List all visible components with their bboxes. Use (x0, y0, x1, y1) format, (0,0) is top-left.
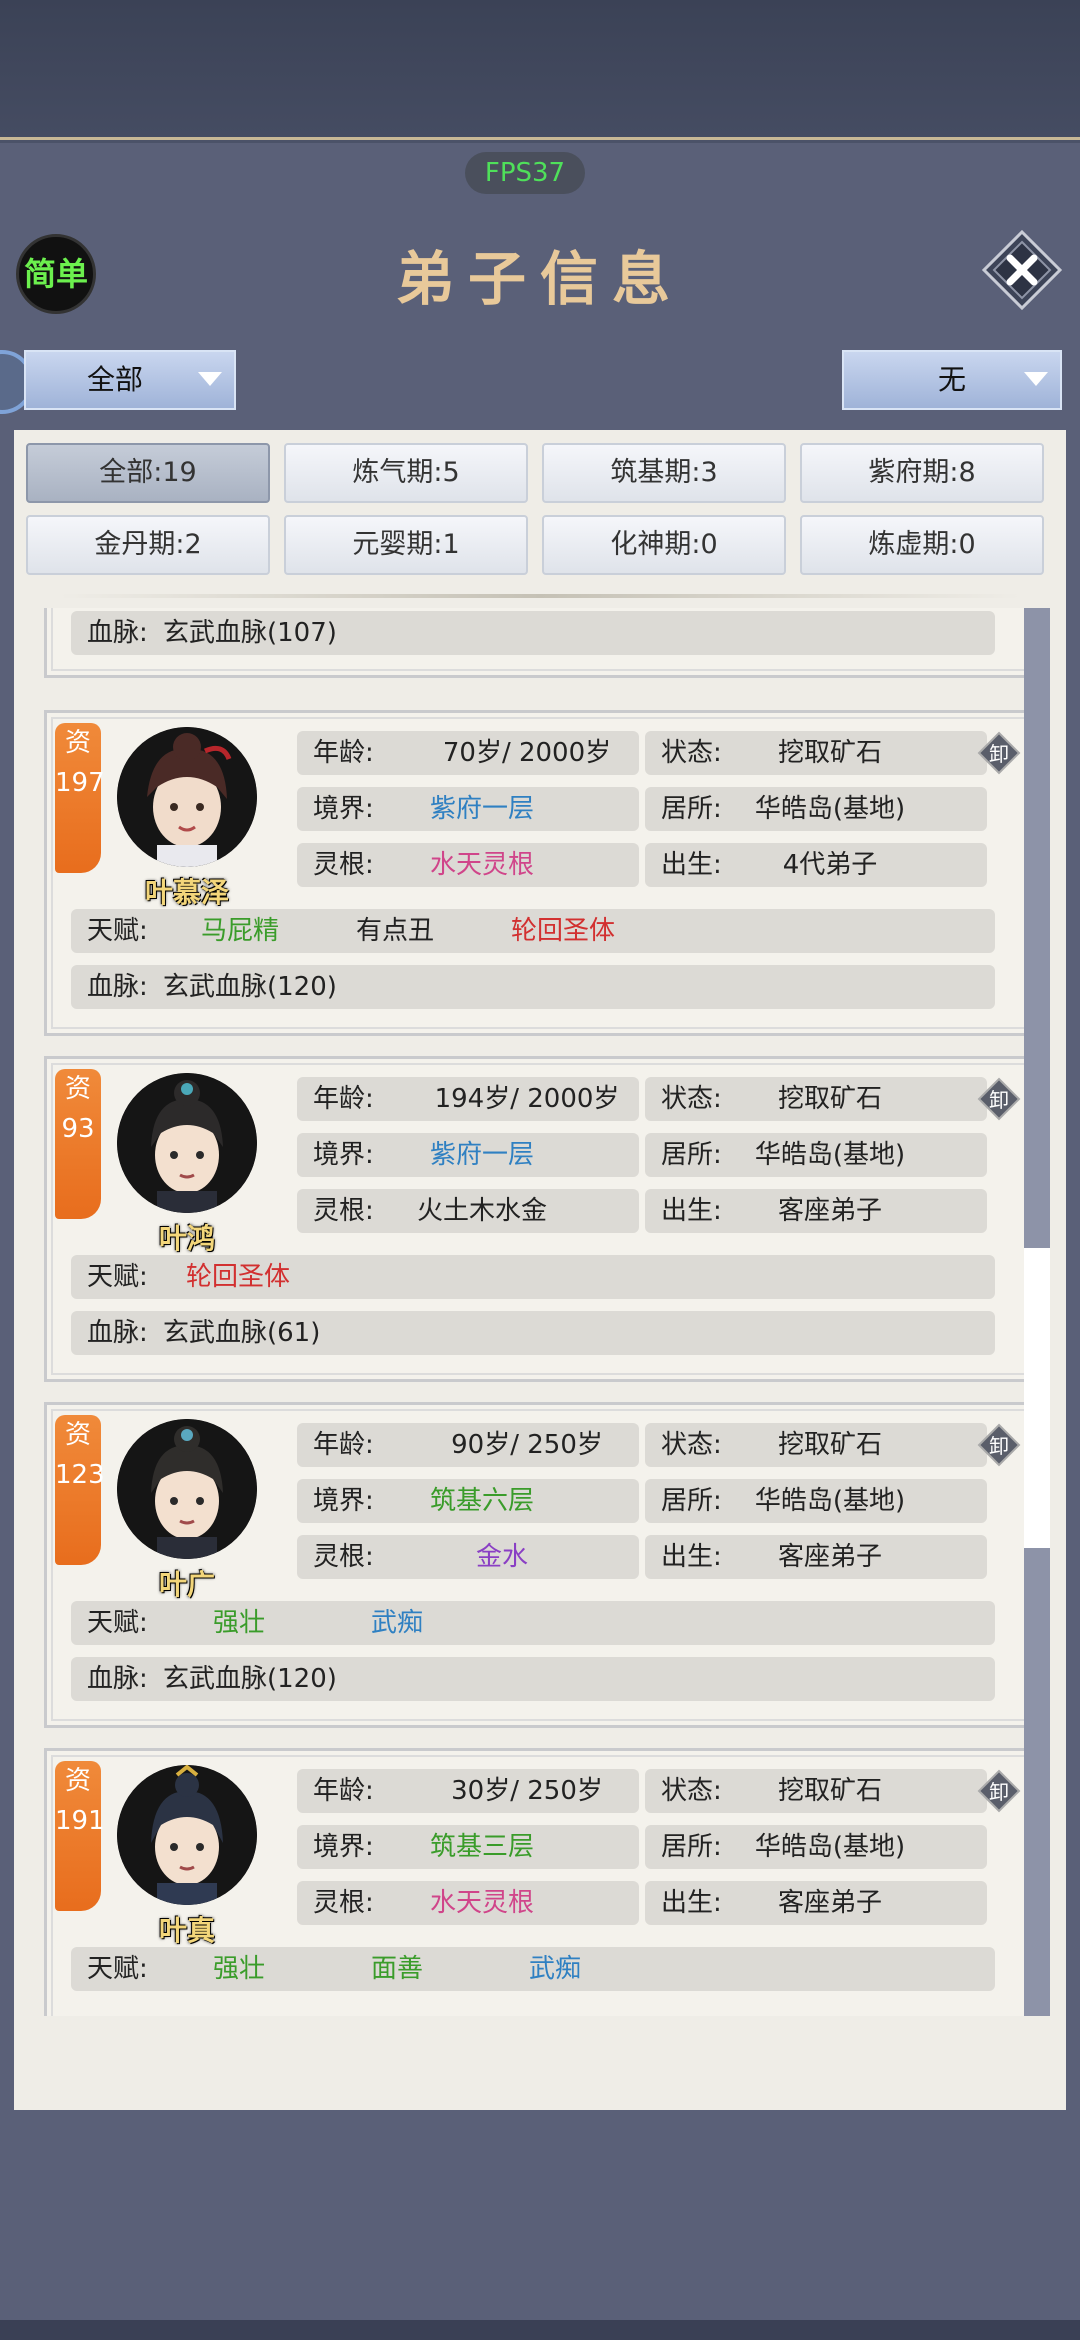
talent-row: 天赋: 强壮 面善 武痴 (71, 1947, 995, 1991)
residence-row: 居所: 华皓岛(基地) (645, 1479, 987, 1523)
tab-huashen[interactable]: 化神期:0 (542, 515, 786, 575)
chevron-down-icon (1024, 372, 1048, 386)
disciple-card[interactable]: 资 191 叶真 年龄: 30岁/ 250岁 状态: 挖取矿石 卸 境界: 筑基三层 居… (44, 1748, 1026, 2016)
tab-all[interactable]: 全部:19 (26, 443, 270, 503)
aptitude-badge: 资 197 (55, 723, 105, 873)
root-row: 灵根: 火土木水金 (297, 1189, 639, 1233)
divider (60, 594, 1020, 598)
disciple-name: 叶鸿 (158, 1222, 215, 1255)
avatar (117, 1419, 257, 1559)
residence-row: 居所: 华皓岛(基地) (645, 1133, 987, 1177)
realm-row: 境界: 紫府一层 (297, 787, 639, 831)
scrollbar[interactable] (1024, 608, 1050, 2016)
birth-row: 出生: 客座弟子 (645, 1189, 987, 1233)
age-row: 年龄: 194岁/ 2000岁 (297, 1077, 639, 1121)
avatar-block: 资 191 叶真 (47, 1751, 287, 1951)
age-row: 年龄: 90岁/ 250岁 (297, 1423, 639, 1467)
simple-mode-button[interactable]: 简单 (16, 234, 96, 314)
birth-row: 出生: 4代弟子 (645, 843, 987, 887)
realm-row: 境界: 筑基三层 (297, 1825, 639, 1869)
filter-left-label: 全部 (86, 363, 143, 396)
tab-zhuji[interactable]: 筑基期:3 (542, 443, 786, 503)
svg-text:卸: 卸 (989, 1088, 1009, 1112)
svg-text:卸: 卸 (989, 1434, 1009, 1458)
birth-row: 出生: 客座弟子 (645, 1535, 987, 1579)
unload-button[interactable]: 卸 (977, 1769, 1021, 1813)
root-row: 灵根: 金水 (297, 1535, 639, 1579)
aptitude-badge: 资 93 (55, 1069, 101, 1219)
avatar (117, 727, 257, 867)
birth-row: 出生: 客座弟子 (645, 1881, 987, 1925)
disciple-card[interactable]: 资 93 叶鸿 年龄: 194岁/ 2000岁 状态: 挖取矿石 卸 境界: 紫府一层 … (44, 1056, 1026, 1382)
avatar-block: 资 93 叶鸿 (47, 1059, 287, 1259)
filter-right-label: 无 (937, 363, 966, 396)
talent-row: 天赋: 轮回圣体 (71, 1255, 995, 1299)
age-row: 年龄: 30岁/ 250岁 (297, 1769, 639, 1813)
realm-tabs: 全部:19 炼气期:5 筑基期:3 紫府期:8 金丹期:2 元婴期:1 化神期:… (26, 443, 1050, 575)
filter-dropdown-right[interactable]: 无 (842, 350, 1062, 410)
aptitude-badge: 资 123 (55, 1415, 105, 1565)
realm-row: 境界: 筑基六层 (297, 1479, 639, 1523)
tab-jindan[interactable]: 金丹期:2 (26, 515, 270, 575)
disciple-name: 叶真 (158, 1914, 215, 1947)
tab-yuanying[interactable]: 元婴期:1 (284, 515, 528, 575)
disciple-name: 叶慕泽 (144, 876, 229, 909)
state-row: 状态: 挖取矿石 (645, 1077, 987, 1121)
tab-zifu[interactable]: 紫府期:8 (800, 443, 1044, 503)
avatar-block: 资 197 叶慕泽 (47, 713, 287, 913)
svg-text:卸: 卸 (989, 1780, 1009, 1804)
disciple-card[interactable]: 资 123 叶广 年龄: 90岁/ 250岁 状态: 挖取矿石 卸 境界: 筑基六层 居… (44, 1402, 1026, 1728)
avatar-block: 资 123 叶广 (47, 1405, 287, 1605)
disciple-card-partial[interactable]: 血脉: 玄武血脉(107) (44, 608, 1026, 678)
chevron-down-icon (198, 372, 222, 386)
root-row: 灵根: 水天灵根 (297, 1881, 639, 1925)
state-row: 状态: 挖取矿石 (645, 1423, 987, 1467)
unload-button[interactable]: 卸 (977, 731, 1021, 775)
state-row: 状态: 挖取矿石 (645, 1769, 987, 1813)
unload-button[interactable]: 卸 (977, 1077, 1021, 1121)
age-row: 年龄: 70岁/ 2000岁 (297, 731, 639, 775)
tab-lianqi[interactable]: 炼气期:5 (284, 443, 528, 503)
tab-lianxu[interactable]: 炼虚期:0 (800, 515, 1044, 575)
bottom-band (0, 2320, 1080, 2340)
realm-row: 境界: 紫府一层 (297, 1133, 639, 1177)
close-icon (981, 229, 1063, 311)
blood-row: 血脉: 玄武血脉(107) (71, 611, 995, 655)
avatar (117, 1073, 257, 1213)
blood-row: 血脉: 玄武血脉(61) (71, 1311, 995, 1355)
blood-row: 血脉: 玄武血脉(120) (71, 1657, 995, 1701)
disciple-card[interactable]: 资 197 叶慕泽 年龄: 70岁/ 2000岁 状态: 挖取矿石 卸 境界: 紫府一层… (44, 710, 1026, 1036)
talent-row: 天赋: 马屁精 有点丑 轮回圣体 (71, 909, 995, 953)
avatar (117, 1765, 257, 1905)
aptitude-badge: 资 191 (55, 1761, 105, 1911)
unload-button[interactable]: 卸 (977, 1423, 1021, 1467)
scrollbar-thumb[interactable] (1024, 1248, 1050, 1548)
close-button[interactable] (981, 229, 1063, 311)
svg-text:卸: 卸 (989, 742, 1009, 766)
disciple-name: 叶广 (158, 1568, 215, 1601)
residence-row: 居所: 华皓岛(基地) (645, 787, 987, 831)
state-row: 状态: 挖取矿石 (645, 731, 987, 775)
talent-row: 天赋: 强壮 武痴 (71, 1601, 995, 1645)
disciple-list[interactable]: 血脉: 玄武血脉(107) 资 197 叶慕泽 年龄: 70岁/ 2000岁 状态:… (30, 608, 1026, 2016)
residence-row: 居所: 华皓岛(基地) (645, 1825, 987, 1869)
filter-dropdown-left[interactable]: 全部 (24, 350, 236, 410)
root-row: 灵根: 水天灵根 (297, 843, 639, 887)
blood-row: 血脉: 玄武血脉(120) (71, 965, 995, 1009)
top-band (0, 0, 1080, 140)
page-title: 弟子信息 (395, 245, 684, 313)
fps-counter: FPS37 (465, 152, 585, 194)
